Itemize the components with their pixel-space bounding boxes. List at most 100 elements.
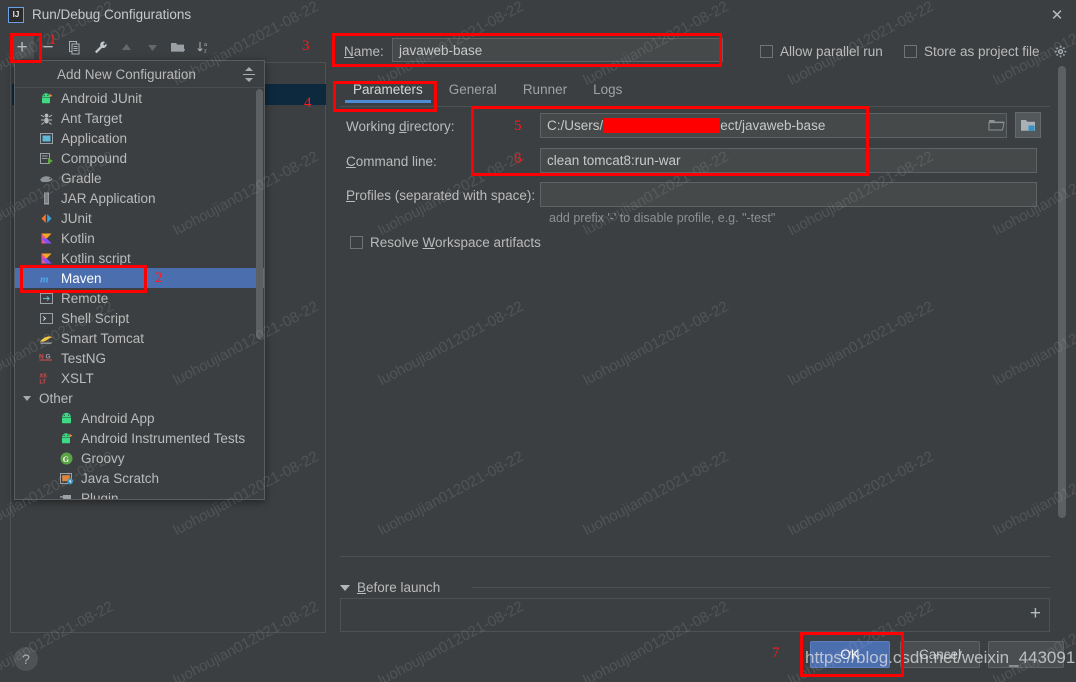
resolve-workspace-artifacts-row[interactable]: Resolve Workspace artifacts: [350, 235, 541, 250]
collapse-all-icon[interactable]: [242, 67, 256, 82]
configuration-type-item[interactable]: Kotlin script: [15, 248, 264, 268]
configuration-type-label: Groovy: [81, 450, 125, 466]
watermark-text: luohoujian012021-08-22: [375, 298, 527, 389]
store-as-project-file-checkbox[interactable]: [904, 45, 917, 58]
svg-text:m: m: [40, 273, 49, 285]
edit-templates-button[interactable]: [88, 35, 112, 59]
title-bar: IJ Run/Debug Configurations ✕: [0, 0, 1076, 29]
ok-button-label: OK: [840, 647, 860, 662]
caret-down-icon[interactable]: [340, 584, 350, 591]
minus-icon: −: [42, 36, 54, 58]
close-icon[interactable]: ✕: [1048, 6, 1066, 24]
working-directory-prefix: C:/Users/: [547, 118, 604, 133]
add-configuration-button[interactable]: +: [10, 35, 34, 59]
configuration-type-item[interactable]: Plugin: [15, 488, 264, 499]
configuration-type-item[interactable]: Other: [15, 388, 264, 408]
configuration-type-item[interactable]: Kotlin: [15, 228, 264, 248]
add-before-launch-task-button[interactable]: +: [1030, 604, 1041, 623]
apply-button[interactable]: [988, 641, 1064, 668]
working-directory-module-button[interactable]: [1015, 112, 1041, 138]
tab-parameters[interactable]: Parameters: [340, 79, 436, 103]
tab-runner[interactable]: Runner: [510, 79, 580, 103]
configuration-type-item[interactable]: Android JUnit: [15, 88, 264, 108]
configuration-type-item[interactable]: XS LT XSLT: [15, 368, 264, 388]
popup-scrollbar[interactable]: [256, 89, 263, 485]
configuration-type-item[interactable]: Application: [15, 128, 264, 148]
wrench-icon: [94, 41, 107, 53]
window-title: Run/Debug Configurations: [32, 7, 192, 22]
configuration-type-label: Kotlin: [61, 230, 95, 246]
annotation-number-5: 5: [514, 118, 522, 134]
groovy-icon: G: [59, 451, 74, 466]
configuration-type-item[interactable]: Gradle: [15, 168, 264, 188]
working-directory-input[interactable]: C:/Users/ect/javaweb-base: [540, 113, 1007, 138]
configuration-type-item[interactable]: JAR Application: [15, 188, 264, 208]
android-tests-icon: [59, 431, 74, 446]
configuration-type-item[interactable]: Remote: [15, 288, 264, 308]
panel-separator: [340, 556, 1050, 557]
testng-icon: NG: [39, 351, 54, 366]
module-folder-icon: [1020, 119, 1035, 131]
resolve-workspace-artifacts-checkbox[interactable]: [350, 236, 363, 249]
configuration-type-item[interactable]: G Groovy: [15, 448, 264, 468]
gear-icon[interactable]: [1054, 45, 1068, 59]
group-caret-icon[interactable]: [23, 395, 31, 401]
command-line-value: clean tomcat8:run-war: [547, 153, 681, 168]
configuration-type-item[interactable]: m Maven: [15, 268, 264, 288]
allow-parallel-run-checkbox[interactable]: [760, 45, 773, 58]
help-button[interactable]: ?: [14, 647, 38, 671]
help-button-label: ?: [22, 651, 30, 667]
profiles-input[interactable]: [540, 182, 1037, 207]
tab-general[interactable]: General: [436, 79, 510, 103]
sort-az-icon: a z: [197, 41, 208, 54]
run-debug-configurations-dialog: IJ Run/Debug Configurations ✕ + − a z Ad…: [0, 0, 1076, 682]
smart-tomcat-icon: [39, 331, 54, 346]
configuration-type-label: Other: [39, 390, 73, 406]
new-folder-button[interactable]: [166, 35, 190, 59]
configuration-type-label: Gradle: [61, 170, 102, 186]
configuration-tabs[interactable]: Parameters General Runner Logs: [340, 79, 1050, 107]
application-icon: [39, 131, 54, 146]
configuration-type-label: Application: [61, 130, 128, 146]
command-line-input[interactable]: clean tomcat8:run-war: [540, 148, 1037, 173]
gradle-icon: [39, 171, 54, 186]
configuration-type-item[interactable]: N G TestNG: [15, 348, 264, 368]
configuration-type-item[interactable]: Java Scratch: [15, 468, 264, 488]
configuration-type-item[interactable]: Smart Tomcat: [15, 328, 264, 348]
allow-parallel-run-row[interactable]: Allow parallel run: [760, 44, 883, 59]
move-up-button[interactable]: [114, 35, 138, 59]
move-down-button[interactable]: [140, 35, 164, 59]
configuration-type-item[interactable]: Compound: [15, 148, 264, 168]
copy-configuration-button[interactable]: [62, 35, 86, 59]
parameters-scrollbar[interactable]: [1058, 66, 1066, 556]
before-launch-title: Before launch: [357, 580, 441, 595]
junit-icon: [39, 211, 54, 226]
ok-button[interactable]: OK: [810, 641, 890, 668]
configuration-type-item[interactable]: Shell Script: [15, 308, 264, 328]
working-directory-label: Working directory:: [346, 119, 455, 134]
configuration-type-label: JUnit: [61, 210, 92, 226]
working-directory-browse-button[interactable]: [983, 113, 1009, 137]
cancel-button[interactable]: Cancel: [900, 641, 980, 668]
remove-configuration-button[interactable]: −: [36, 35, 60, 59]
configuration-type-list[interactable]: Android JUnit Ant Target Application Compou…: [15, 88, 264, 499]
configuration-type-item[interactable]: Android App: [15, 408, 264, 428]
plugin-icon: [59, 491, 74, 499]
configuration-type-item[interactable]: Ant Target: [15, 108, 264, 128]
configuration-type-label: Maven: [61, 270, 102, 286]
profiles-hint: add prefix '-' to disable profile, e.g. …: [549, 211, 776, 225]
sort-configurations-button[interactable]: a z: [192, 35, 216, 59]
configuration-type-item[interactable]: JUnit: [15, 208, 264, 228]
configuration-type-item[interactable]: Android Instrumented Tests: [15, 428, 264, 448]
svg-text:LT: LT: [40, 379, 47, 385]
configuration-type-label: JAR Application: [61, 190, 156, 206]
before-launch-tasks-list[interactable]: +: [340, 598, 1050, 632]
tab-logs[interactable]: Logs: [580, 79, 635, 103]
before-launch-header[interactable]: Before launch: [340, 580, 440, 595]
add-new-configuration-popup[interactable]: Add New Configuration Android JUnit Ant T…: [14, 60, 265, 500]
arrow-up-icon: [121, 43, 131, 50]
allow-parallel-run-label: Allow parallel run: [780, 44, 883, 59]
store-as-project-file-row[interactable]: Store as project file: [904, 44, 1068, 59]
watermark-text: luohoujian012021-08-22: [375, 448, 527, 539]
resolve-workspace-artifacts-label: Resolve Workspace artifacts: [370, 235, 541, 250]
